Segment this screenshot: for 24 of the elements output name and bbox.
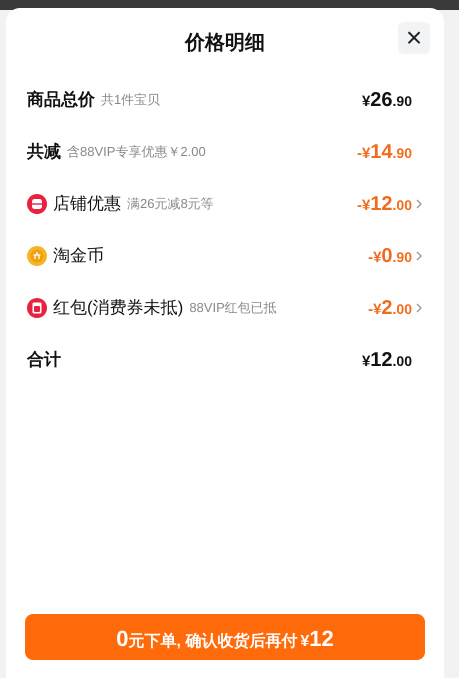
amount: -¥0.90 bbox=[368, 244, 412, 269]
sheet-title: 价格明细 bbox=[185, 31, 265, 56]
amount: -¥12.00 bbox=[356, 192, 412, 217]
chevron-right-icon[interactable] bbox=[415, 250, 423, 262]
amount: ¥12.00 bbox=[362, 348, 412, 373]
amount: -¥14.90 bbox=[356, 140, 412, 165]
row-note: 含88VIP专享优惠￥2.00 bbox=[67, 143, 206, 162]
row-label: 店铺优惠 bbox=[53, 193, 121, 216]
chevron-right-icon[interactable] bbox=[415, 198, 423, 210]
row-note: 88VIP红包已抵 bbox=[189, 299, 277, 318]
row-label: 商品总价 bbox=[27, 89, 95, 112]
row-label: 淘金币 bbox=[53, 245, 104, 268]
row-note: 满26元减8元等 bbox=[127, 195, 214, 214]
chevron-right-icon[interactable] bbox=[415, 302, 423, 314]
row-label: 合计 bbox=[27, 349, 61, 372]
envelope-icon bbox=[27, 298, 47, 318]
row-label: 红包(消费券未抵) bbox=[53, 297, 184, 320]
row-label: 共减 bbox=[27, 141, 61, 164]
amount: -¥2.00 bbox=[368, 296, 412, 321]
shop-icon bbox=[27, 194, 47, 214]
coin-icon bbox=[27, 246, 47, 266]
row-note: 共1件宝贝 bbox=[101, 91, 160, 110]
close-button[interactable]: × bbox=[398, 22, 430, 54]
amount: ¥26.90 bbox=[362, 88, 412, 113]
